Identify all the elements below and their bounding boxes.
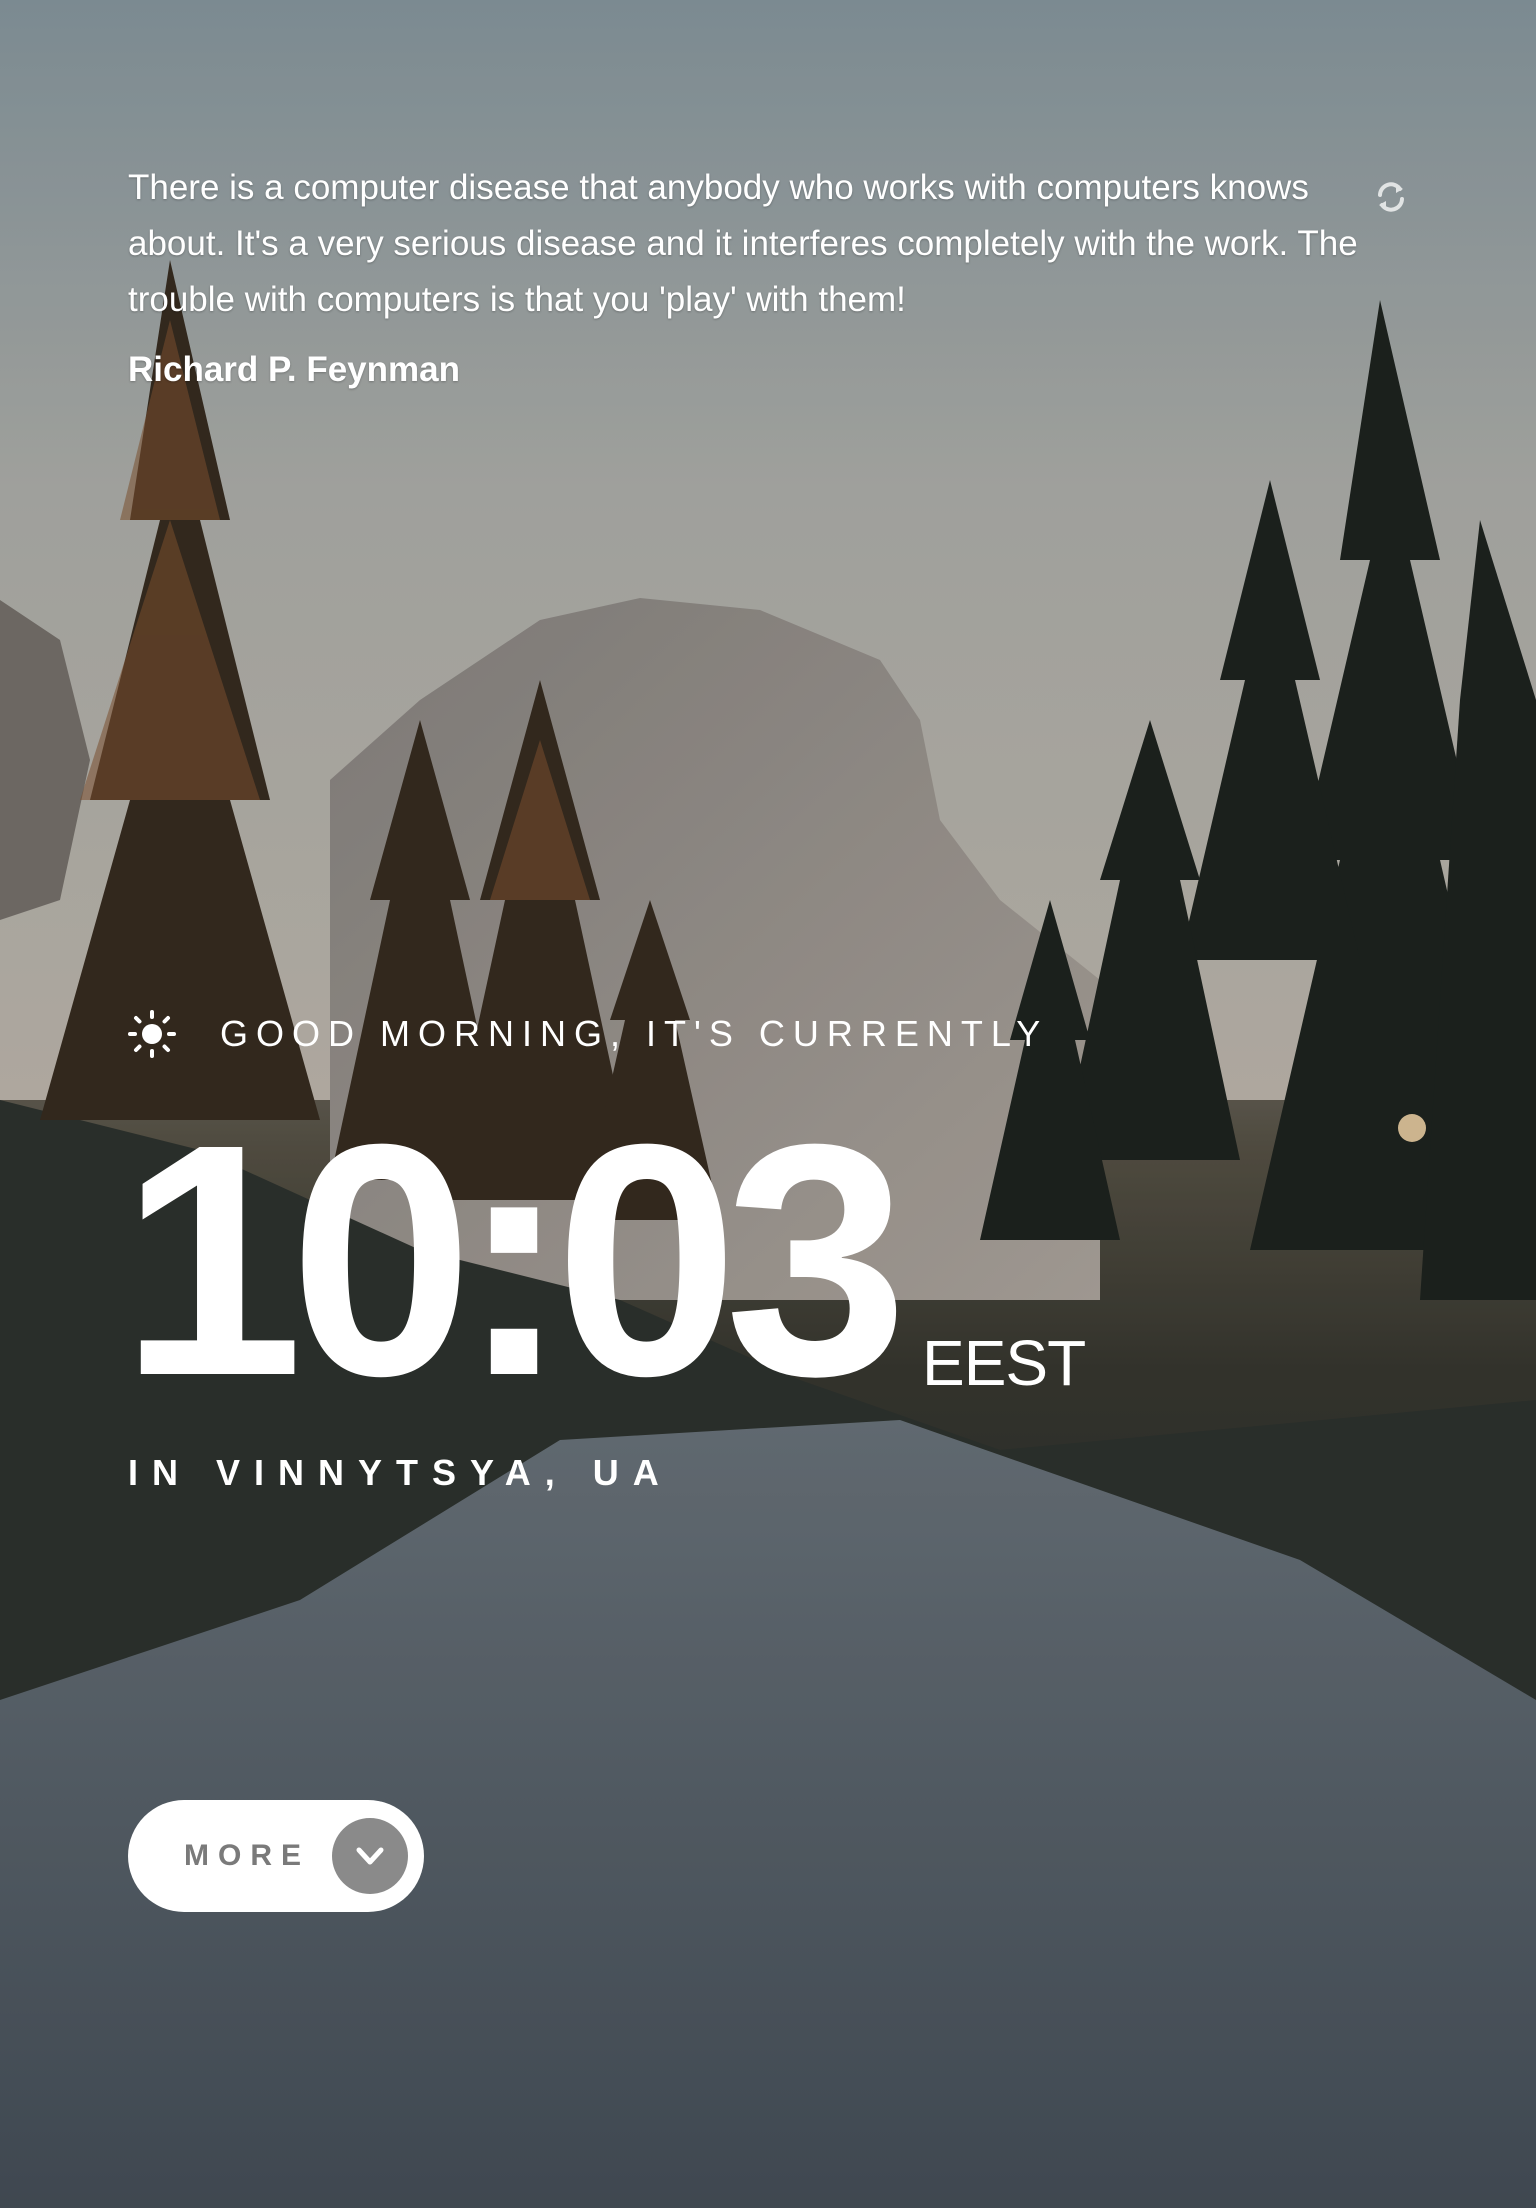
more-button-label: MORE xyxy=(184,1839,310,1872)
location-text: in Vinnytsya, UA xyxy=(128,1452,673,1493)
more-button[interactable]: MORE xyxy=(128,1800,424,1912)
clock-timezone: EEST xyxy=(922,1327,1086,1399)
quote-text: There is a computer disease that anybody… xyxy=(128,168,1358,319)
greeting: Good morning, it's currently xyxy=(128,1010,1048,1058)
sun-icon xyxy=(128,1010,176,1058)
quote-author: Richard P. Feynman xyxy=(128,350,460,389)
clock: 10:03 EEST xyxy=(120,1075,1086,1444)
greeting-text: Good morning, it's currently xyxy=(220,1013,1049,1054)
chevron-down-icon xyxy=(332,1818,408,1894)
refresh-icon[interactable] xyxy=(1374,180,1408,214)
clock-time: 10:03 xyxy=(120,1075,908,1444)
quote-block: There is a computer disease that anybody… xyxy=(128,160,1368,390)
